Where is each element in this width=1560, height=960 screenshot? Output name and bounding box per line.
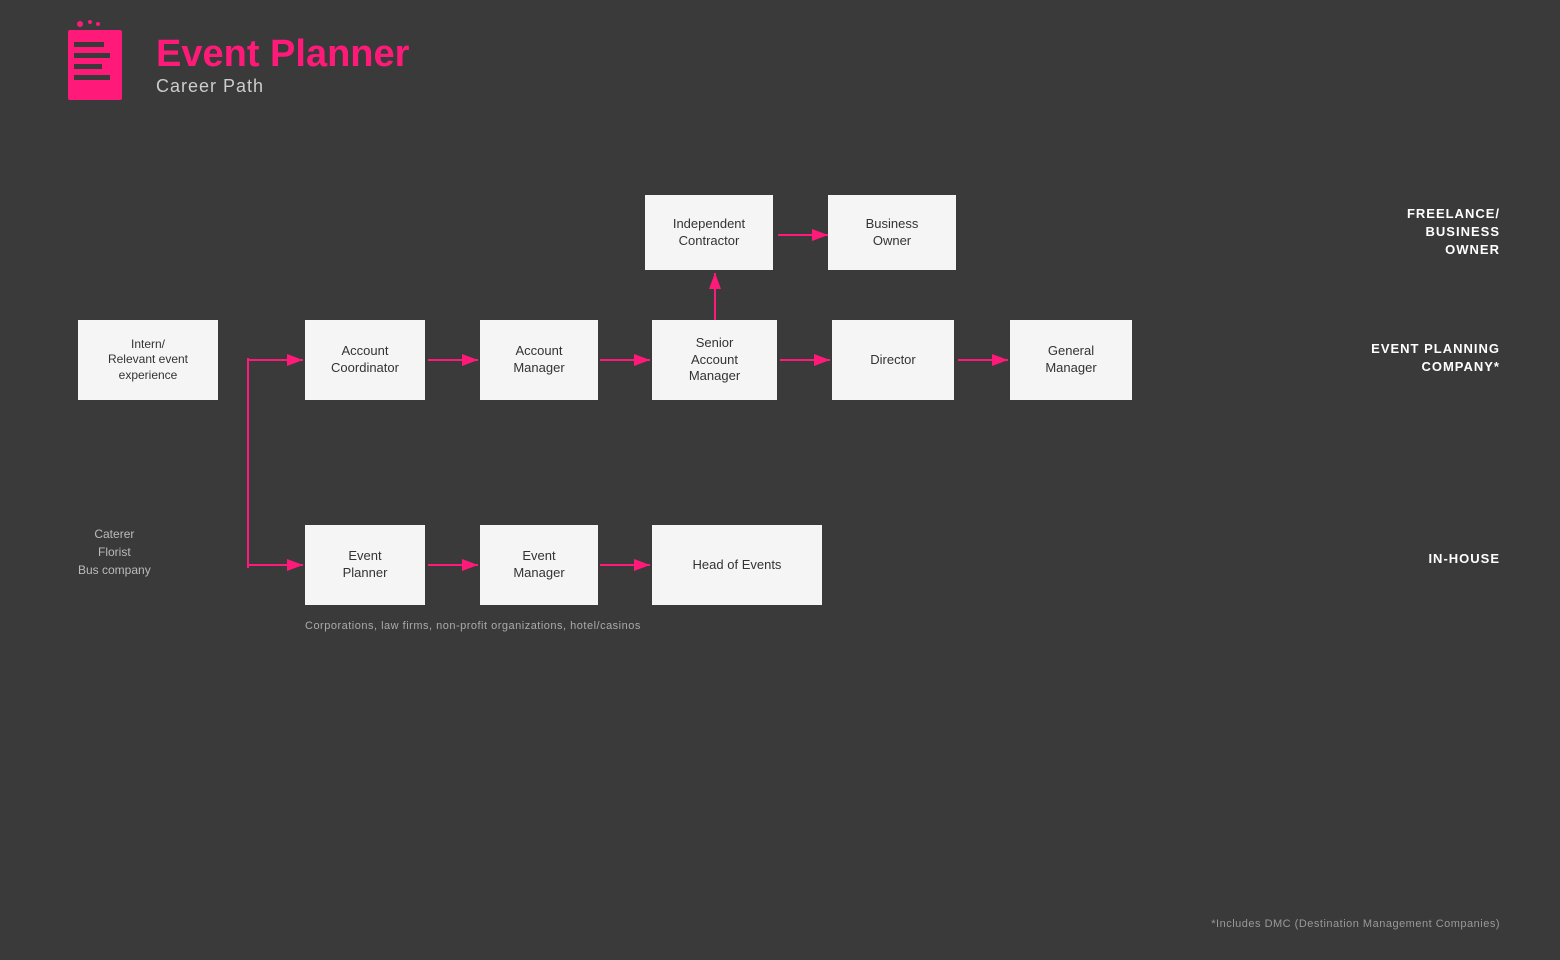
header: Event Planner Career Path — [60, 20, 409, 110]
node-director: Director — [832, 320, 954, 400]
note-text: Corporations, law firms, non-profit orga… — [305, 620, 641, 632]
header-text: Event Planner Career Path — [156, 33, 409, 97]
node-event-manager: EventManager — [480, 525, 598, 605]
node-event-planner: EventPlanner — [305, 525, 425, 605]
header-subtitle: Career Path — [156, 76, 409, 97]
node-independent-contractor: IndependentContractor — [645, 195, 773, 270]
side-label-freelance: FREELANCE/BUSINESSOWNER — [1407, 205, 1500, 260]
node-account-manager: AccountManager — [480, 320, 598, 400]
diagram: IndependentContractor BusinessOwner Inte… — [0, 160, 1560, 960]
node-intern: Intern/Relevant eventexperience — [78, 320, 218, 400]
side-label-event-planning: EVENT PLANNINGCOMPANY* — [1371, 340, 1500, 376]
node-general-manager: GeneralManager — [1010, 320, 1132, 400]
node-caterer: CatererFloristBus company — [78, 525, 151, 579]
node-business-owner: BusinessOwner — [828, 195, 956, 270]
side-label-in-house: IN-HOUSE — [1428, 550, 1500, 568]
node-account-coordinator: AccountCoordinator — [305, 320, 425, 400]
node-head-of-events: Head of Events — [652, 525, 822, 605]
node-senior-account-manager: SeniorAccountManager — [652, 320, 777, 400]
footnote: *Includes DMC (Destination Management Co… — [1211, 918, 1500, 930]
header-title: Event Planner — [156, 33, 409, 76]
logo-icon — [60, 20, 140, 110]
